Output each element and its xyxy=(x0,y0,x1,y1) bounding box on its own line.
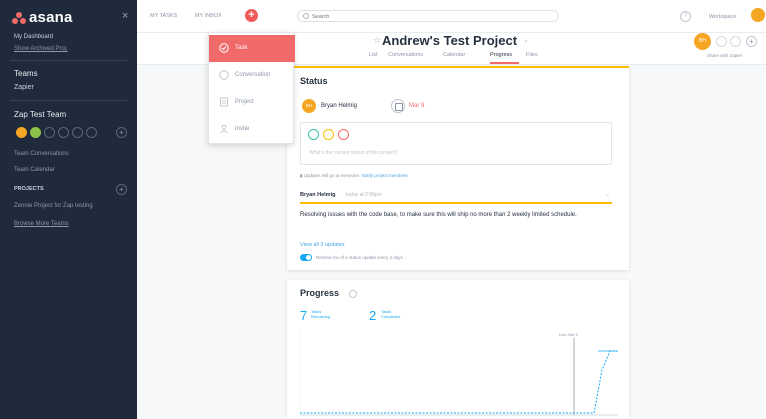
sidebar-item-zap-test-team[interactable]: Zap Test Team xyxy=(14,110,66,119)
my-tasks-tab[interactable]: MY TASKS xyxy=(150,13,177,19)
add-member-button[interactable]: + xyxy=(116,127,127,138)
status-yellow-option[interactable] xyxy=(323,129,334,140)
add-project-member-button[interactable]: + xyxy=(746,36,757,47)
update-note: ▮ Updates will go to everyone. Notify pr… xyxy=(300,173,408,179)
browse-more-teams-link[interactable]: Browse More Teams xyxy=(14,221,69,227)
asana-logo[interactable]: asana xyxy=(12,9,73,26)
chevron-down-icon[interactable]: ⌄ xyxy=(523,36,529,44)
project-owner-avatar[interactable]: BH xyxy=(694,33,711,50)
quick-add-button[interactable]: + xyxy=(245,9,258,22)
project-title[interactable]: Andrew's Test Project xyxy=(382,33,517,48)
status-placeholder[interactable]: What's the current status of this projec… xyxy=(309,150,398,156)
update-timestamp: today at 2:56pm xyxy=(346,192,382,198)
view-all-updates-link[interactable]: View all 3 updates xyxy=(300,242,345,248)
member-placeholder-icon xyxy=(716,36,727,47)
tab-files[interactable]: Files xyxy=(526,52,538,58)
my-inbox-tab[interactable]: MY INBOX xyxy=(195,13,222,19)
remaining-count: 7 xyxy=(300,308,308,323)
search-input[interactable] xyxy=(312,12,542,21)
avatar[interactable] xyxy=(30,127,41,138)
chat-icon xyxy=(219,70,229,80)
avatar[interactable] xyxy=(72,127,83,138)
close-sidebar-icon[interactable]: × xyxy=(122,10,128,22)
info-icon[interactable] xyxy=(349,290,357,298)
remaining-label: Tasks Remaining xyxy=(311,309,331,319)
workspace-label[interactable]: Workspace xyxy=(709,14,736,20)
top-bar: MY TASKS MY INBOX + ? Workspace xyxy=(137,0,766,33)
update-text: Resolving issues with the code base, to … xyxy=(300,212,577,218)
avatar[interactable]: BH xyxy=(302,99,316,113)
status-red-option[interactable] xyxy=(338,129,349,140)
menu-item-conversation[interactable]: Conversation xyxy=(209,62,295,89)
member-placeholder-icon xyxy=(730,36,741,47)
sidebar-divider xyxy=(10,60,127,61)
team-calendar-link[interactable]: Team Calendar xyxy=(14,167,55,173)
menu-item-label: Project xyxy=(235,99,254,105)
completed-label: Tasks Completed xyxy=(381,309,401,319)
sidebar-item-zapier[interactable]: Zapier xyxy=(14,84,34,91)
notify-link[interactable]: Notify project members xyxy=(362,173,408,178)
logo-text: asana xyxy=(29,9,73,26)
status-color-bar xyxy=(300,202,612,204)
avatar[interactable] xyxy=(44,127,55,138)
chevron-down-icon[interactable]: ⌄ xyxy=(605,191,610,198)
team-members xyxy=(16,127,97,138)
reminder-toggle-label: Remind me of a status update every 2 day… xyxy=(316,255,403,260)
team-conversations-link[interactable]: Team Conversations xyxy=(14,151,69,157)
avatar[interactable] xyxy=(58,127,69,138)
menu-item-label: Task xyxy=(235,45,248,51)
menu-item-invite[interactable]: Invite xyxy=(209,116,295,143)
avatar[interactable] xyxy=(16,127,27,138)
tab-progress[interactable]: Progress xyxy=(490,52,512,58)
remaining-line xyxy=(300,350,618,414)
my-dashboard-link[interactable]: My Dashboard xyxy=(14,34,53,40)
burnup-chart xyxy=(300,330,618,416)
reminder-toggle[interactable] xyxy=(300,254,312,261)
tab-list[interactable]: List xyxy=(369,52,378,58)
status-title: Status xyxy=(300,76,328,86)
menu-item-project[interactable]: Project xyxy=(209,89,295,116)
user-avatar[interactable] xyxy=(751,8,765,22)
projects-heading: PROJECTS xyxy=(14,186,44,192)
owner-name[interactable]: Bryan Helmig xyxy=(321,103,357,109)
help-icon[interactable]: ? xyxy=(680,11,691,22)
update-note-text: Updates will go to everyone. xyxy=(303,173,361,178)
menu-item-task[interactable]: Task xyxy=(209,35,295,62)
tab-conversations[interactable]: Conversations xyxy=(388,52,423,58)
active-tab-indicator xyxy=(490,62,519,64)
sidebar-divider xyxy=(10,100,127,101)
status-update-box[interactable]: What's the current status of this projec… xyxy=(300,122,612,165)
check-circle-icon xyxy=(219,43,229,53)
asana-logo-icon xyxy=(12,11,26,24)
status-green-option[interactable] xyxy=(308,129,319,140)
person-icon xyxy=(220,124,228,134)
clipboard-icon xyxy=(220,97,228,107)
sidebar-project-item[interactable]: Zennie Project for Zap testing xyxy=(14,203,93,209)
show-archived-link[interactable]: Show Archived Proj. xyxy=(14,46,68,52)
sidebar: asana × My Dashboard Show Archived Proj.… xyxy=(0,0,137,419)
due-date[interactable]: Mar 9 xyxy=(409,103,424,109)
search-bar[interactable] xyxy=(297,10,559,22)
calendar-icon[interactable] xyxy=(391,99,405,113)
menu-item-label: Conversation xyxy=(235,72,271,78)
teams-heading: Teams xyxy=(14,69,38,78)
progress-card: Progress 7 Tasks Remaining 2 Tasks Complet… xyxy=(287,280,629,419)
menu-item-label: Invite xyxy=(235,126,250,132)
completed-count: 2 xyxy=(369,308,377,323)
quick-add-menu: Task Conversation Project Invite xyxy=(208,32,295,144)
progress-title: Progress xyxy=(300,288,340,298)
add-project-button[interactable]: + xyxy=(116,184,127,195)
search-icon xyxy=(303,13,309,19)
star-icon[interactable]: ☆ xyxy=(373,35,381,46)
tab-calendar[interactable]: Calendar xyxy=(443,52,465,58)
update-author[interactable]: Bryan Helmig xyxy=(300,192,335,198)
share-caption[interactable]: Share with Zapier xyxy=(707,53,742,58)
avatar[interactable] xyxy=(86,127,97,138)
status-card: Status BH Bryan Helmig Mar 9 What's the … xyxy=(287,66,629,270)
